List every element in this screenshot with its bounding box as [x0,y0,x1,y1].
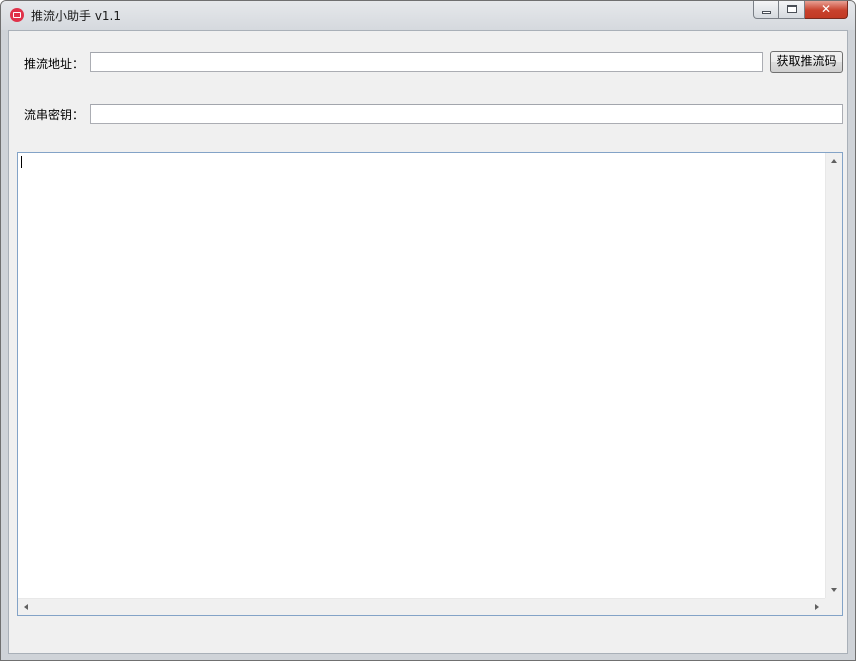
scrollbar-corner [825,598,842,615]
scroll-left-icon[interactable] [24,604,28,610]
stream-key-label: 流串密钥： [24,108,85,122]
maximize-icon [787,5,797,13]
app-logo-icon [10,8,24,22]
window-title: 推流小助手 v1.1 [31,9,122,23]
get-push-code-button[interactable]: 获取推流码 [770,51,843,73]
title-bar[interactable]: 推流小助手 v1.1 ✕ [1,1,855,30]
push-address-label: 推流地址： [24,57,85,71]
text-caret [21,156,22,168]
output-textarea[interactable] [17,152,843,616]
minimize-icon [762,11,771,14]
close-icon: ✕ [820,2,832,16]
maximize-button[interactable] [779,1,805,19]
horizontal-scrollbar[interactable] [18,598,825,615]
app-window: 推流小助手 v1.1 ✕ 推流地址： 获取推流码 流串密钥： [0,0,856,661]
close-button[interactable]: ✕ [805,1,848,19]
main-panel: 推流地址： 获取推流码 流串密钥： [8,30,848,654]
vertical-scrollbar[interactable] [825,153,842,598]
scroll-down-icon[interactable] [831,588,837,592]
caption-buttons: ✕ [753,1,848,20]
scroll-right-icon[interactable] [815,604,819,610]
stream-key-input[interactable] [90,104,843,124]
push-address-input[interactable] [90,52,763,72]
minimize-button[interactable] [753,1,779,19]
scroll-up-icon[interactable] [831,159,837,163]
